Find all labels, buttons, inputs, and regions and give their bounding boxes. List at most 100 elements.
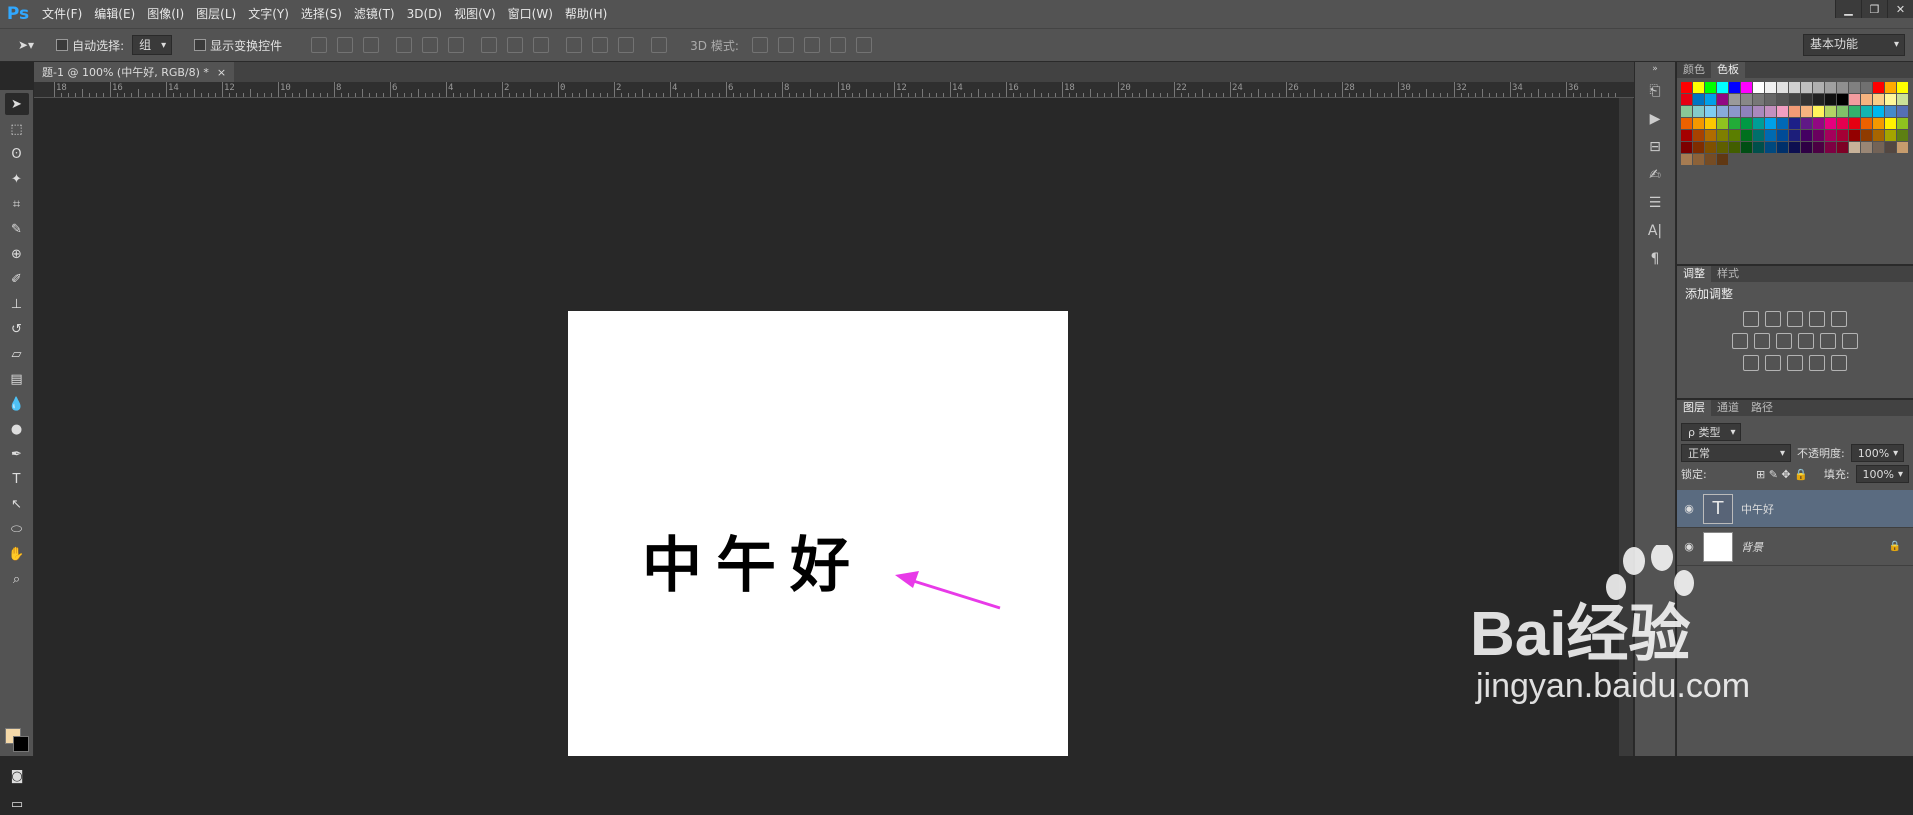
lock-pixels-icon[interactable]: ⊞ ✎ ✥ 🔒 — [1756, 468, 1808, 481]
color-lookup-icon[interactable] — [1842, 333, 1858, 349]
brightness-icon[interactable] — [1743, 311, 1759, 327]
color-swatch[interactable] — [1897, 82, 1908, 93]
color-swatch[interactable] — [1825, 142, 1836, 153]
color-swatch[interactable] — [1705, 154, 1716, 165]
quick-mask-icon[interactable]: ◙ — [5, 765, 29, 787]
dodge-tool-icon[interactable]: ● — [5, 418, 29, 440]
canvas-text[interactable]: 中午好 — [642, 517, 864, 604]
color-swatch[interactable] — [1753, 82, 1764, 93]
distribute-left-icon[interactable] — [566, 37, 583, 53]
menu-item[interactable]: 视图(V) — [448, 0, 502, 28]
color-swatch[interactable] — [1813, 118, 1824, 129]
tab-adjustments[interactable]: 调整 — [1677, 266, 1711, 282]
align-bottom-icon[interactable] — [363, 37, 380, 53]
color-swatch[interactable] — [1741, 82, 1752, 93]
posterize-icon[interactable] — [1765, 355, 1781, 371]
color-swatch[interactable] — [1897, 94, 1908, 105]
close-tab-icon[interactable]: × — [217, 66, 226, 79]
color-swatch[interactable] — [1741, 130, 1752, 141]
color-swatch[interactable] — [1849, 106, 1860, 117]
color-swatch[interactable] — [1825, 130, 1836, 141]
color-swatch[interactable] — [1753, 130, 1764, 141]
swatch-grid[interactable] — [1677, 78, 1913, 165]
threshold-icon[interactable] — [1787, 355, 1803, 371]
marquee-tool-icon[interactable]: ⬚ — [5, 118, 29, 140]
levels-icon[interactable] — [1765, 311, 1781, 327]
fill-input[interactable]: 100% — [1855, 465, 1909, 483]
visibility-eye-icon[interactable]: ◉ — [1677, 540, 1701, 553]
auto-select-dropdown[interactable]: 组 — [132, 35, 173, 55]
color-swatch[interactable] — [1789, 142, 1800, 153]
vertical-scrollbar[interactable] — [1619, 98, 1633, 756]
color-swatch[interactable] — [1681, 118, 1692, 129]
color-swatch[interactable] — [1789, 94, 1800, 105]
color-swatch[interactable] — [1897, 130, 1908, 141]
color-swatch[interactable] — [1741, 118, 1752, 129]
color-swatch[interactable] — [1825, 94, 1836, 105]
color-balance-icon[interactable] — [1754, 333, 1770, 349]
hue-saturation-icon[interactable] — [1732, 333, 1748, 349]
align-right-icon[interactable] — [448, 37, 465, 53]
distribute-right-icon[interactable] — [618, 37, 635, 53]
menu-item[interactable]: 滤镜(T) — [348, 0, 401, 28]
color-swatch[interactable] — [1885, 118, 1896, 129]
move-tool-icon[interactable]: ➤ — [4, 93, 29, 115]
color-swatch[interactable] — [1777, 118, 1788, 129]
color-swatch[interactable] — [1813, 94, 1824, 105]
clone-stamp-tool-icon[interactable]: ⊥ — [5, 293, 29, 315]
document-canvas[interactable]: 中午好 — [568, 311, 1068, 756]
color-swatch[interactable] — [1741, 106, 1752, 117]
drag-3d-icon[interactable] — [803, 37, 820, 53]
color-swatch[interactable] — [1681, 142, 1692, 153]
color-swatch[interactable] — [1801, 106, 1812, 117]
magic-wand-tool-icon[interactable]: ✦ — [5, 168, 29, 190]
gradient-tool-icon[interactable]: ▤ — [5, 368, 29, 390]
color-swatch[interactable] — [1777, 82, 1788, 93]
color-swatch[interactable] — [1873, 106, 1884, 117]
tab-color[interactable]: 颜色 — [1677, 62, 1711, 78]
color-swatch[interactable] — [1861, 82, 1872, 93]
vibrance-icon[interactable] — [1831, 311, 1847, 327]
menu-item[interactable]: 3D(D) — [401, 0, 448, 28]
color-swatch[interactable] — [1729, 130, 1740, 141]
gradient-map-icon[interactable] — [1831, 355, 1847, 371]
color-swatch[interactable] — [1693, 130, 1704, 141]
collapse-dock-icon[interactable]: » — [1643, 64, 1667, 74]
color-swatch[interactable] — [1681, 82, 1692, 93]
restore-button[interactable]: ❐ — [1861, 0, 1887, 18]
color-swatch[interactable] — [1813, 142, 1824, 153]
distribute-hcenter-icon[interactable] — [592, 37, 609, 53]
color-swatch[interactable] — [1873, 94, 1884, 105]
color-swatch[interactable] — [1693, 94, 1704, 105]
eyedropper-tool-icon[interactable]: ✎ — [5, 218, 29, 240]
layer-row-background[interactable]: ◉ 背景 🔒 — [1677, 528, 1913, 566]
color-swatch[interactable] — [1861, 142, 1872, 153]
color-swatch[interactable] — [1825, 106, 1836, 117]
color-swatch[interactable] — [1705, 130, 1716, 141]
color-swatch[interactable] — [1873, 142, 1884, 153]
color-swatch[interactable] — [1837, 106, 1848, 117]
color-swatch[interactable] — [1801, 118, 1812, 129]
color-swatch[interactable] — [1765, 82, 1776, 93]
character-panel-icon[interactable]: A| — [1643, 220, 1667, 242]
color-swatch[interactable] — [1717, 154, 1728, 165]
color-swatch[interactable] — [1729, 94, 1740, 105]
visibility-eye-icon[interactable]: ◉ — [1677, 502, 1701, 515]
invert-icon[interactable] — [1743, 355, 1759, 371]
menu-item[interactable]: 窗口(W) — [502, 0, 559, 28]
distribute-bottom-icon[interactable] — [533, 37, 550, 53]
tab-swatches[interactable]: 色板 — [1711, 62, 1745, 78]
selective-color-icon[interactable] — [1809, 355, 1825, 371]
color-swatch[interactable] — [1753, 118, 1764, 129]
color-swatch[interactable] — [1729, 82, 1740, 93]
color-swatch[interactable] — [1765, 142, 1776, 153]
curves-icon[interactable] — [1787, 311, 1803, 327]
brush-panel-icon[interactable]: ✍ — [1643, 164, 1667, 186]
color-swatch[interactable] — [1849, 82, 1860, 93]
color-swatch[interactable] — [1717, 130, 1728, 141]
auto-align-icon[interactable] — [651, 37, 668, 53]
color-swatch[interactable] — [1801, 142, 1812, 153]
color-swatch[interactable] — [1837, 142, 1848, 153]
menu-item[interactable]: 文字(Y) — [242, 0, 295, 28]
zoom-tool-icon[interactable]: ⌕ — [5, 568, 29, 590]
